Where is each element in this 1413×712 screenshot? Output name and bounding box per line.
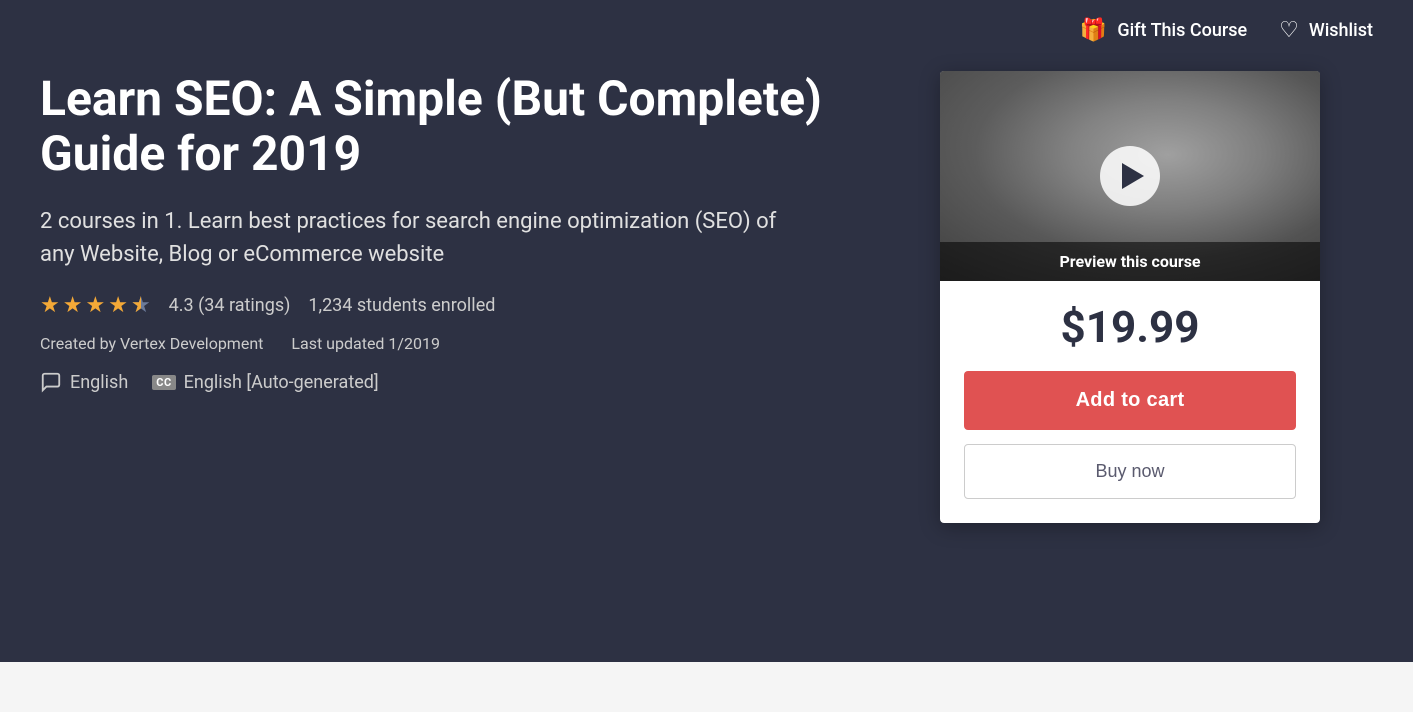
- created-by: Created by Vertex Development: [40, 334, 263, 353]
- language-item: English: [40, 371, 128, 393]
- bottom-bar: [0, 662, 1413, 712]
- play-button[interactable]: [1100, 146, 1160, 206]
- rating-row: ★ ★ ★ ★ 4.3 (34 ratings) 1,234 students …: [40, 293, 880, 318]
- course-info-panel: Learn SEO: A Simple (But Complete) Guide…: [40, 71, 900, 523]
- star-4: ★: [108, 293, 128, 318]
- preview-label: Preview this course: [940, 242, 1320, 281]
- gift-icon: 🎁: [1080, 18, 1107, 43]
- course-subtitle: 2 courses in 1. Learn best practices for…: [40, 205, 780, 271]
- students-enrolled: 1,234 students enrolled: [308, 295, 495, 316]
- cc-language-item: CC English [Auto-generated]: [152, 372, 378, 393]
- card-body: $19.99 Add to cart Buy now: [940, 281, 1320, 523]
- heart-icon: ♡: [1279, 18, 1299, 43]
- cc-badge: CC: [152, 375, 175, 390]
- star-2: ★: [63, 293, 83, 318]
- course-card: Preview this course $19.99 Add to cart B…: [940, 71, 1320, 523]
- wishlist-label: Wishlist: [1309, 20, 1373, 41]
- meta-row: Created by Vertex Development Last updat…: [40, 334, 880, 353]
- language-text: English: [70, 372, 128, 393]
- wishlist-button[interactable]: ♡ Wishlist: [1279, 18, 1373, 43]
- last-updated: Last updated 1/2019: [291, 334, 440, 353]
- top-bar: 🎁 Gift This Course ♡ Wishlist: [0, 0, 1413, 61]
- buy-now-button[interactable]: Buy now: [964, 444, 1296, 499]
- star-3: ★: [85, 293, 105, 318]
- play-triangle-icon: [1122, 163, 1144, 189]
- language-row: English CC English [Auto-generated]: [40, 371, 880, 393]
- star-5-half: [131, 293, 151, 318]
- preview-thumbnail[interactable]: Preview this course: [940, 71, 1320, 281]
- course-price: $19.99: [964, 301, 1296, 353]
- course-title: Learn SEO: A Simple (But Complete) Guide…: [40, 71, 880, 181]
- gift-course-label: Gift This Course: [1117, 20, 1247, 41]
- rating-value: 4.3 (34 ratings): [169, 295, 291, 316]
- speech-bubble-icon: [40, 371, 62, 393]
- gift-course-button[interactable]: 🎁 Gift This Course: [1080, 18, 1247, 43]
- add-to-cart-button[interactable]: Add to cart: [964, 371, 1296, 430]
- main-content: Learn SEO: A Simple (But Complete) Guide…: [0, 61, 1413, 563]
- star-rating: ★ ★ ★ ★: [40, 293, 151, 318]
- star-1: ★: [40, 293, 60, 318]
- course-card-panel: Preview this course $19.99 Add to cart B…: [940, 71, 1320, 523]
- cc-language-text: English [Auto-generated]: [184, 372, 379, 393]
